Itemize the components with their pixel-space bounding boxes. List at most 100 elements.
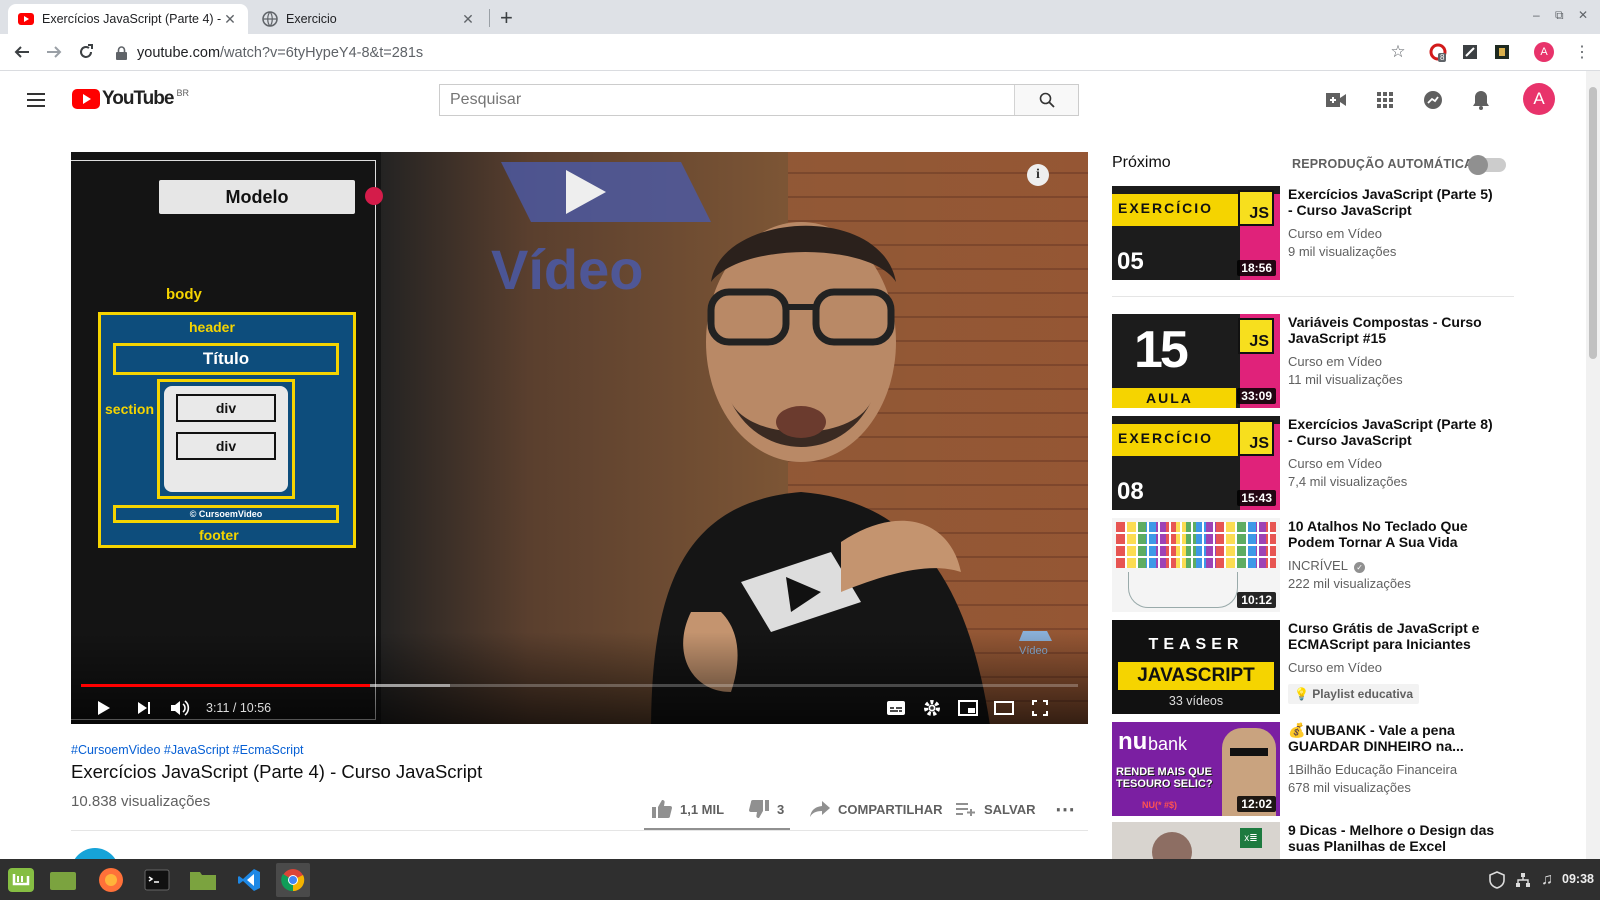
playlist-add-icon: [956, 803, 975, 816]
diagram-body-box: header Título section div div © CursoemV…: [98, 312, 356, 548]
messages-icon[interactable]: [1421, 88, 1445, 112]
extension-screenshot-icon[interactable]: [1460, 42, 1480, 62]
save-button[interactable]: SALVAR: [956, 797, 1036, 821]
video-player[interactable]: Vídeo Modelo body header Título section …: [71, 152, 1088, 724]
thumb-label: TEASER: [1148, 636, 1244, 653]
channel-name[interactable]: Curso em Vídeo: [1288, 354, 1382, 369]
browser-tab-exercicio[interactable]: Exercicio ✕: [252, 4, 486, 34]
video-duration: 12:02: [1237, 796, 1276, 812]
video-thumbnail[interactable]: nu bank RENDE MAIS QUE TESOURO SELIC? NU…: [1112, 722, 1280, 816]
settings-button[interactable]: [919, 695, 945, 721]
miniplayer-button[interactable]: [955, 695, 981, 721]
youtube-logo-text: YouTube: [102, 88, 174, 109]
autoplay-toggle[interactable]: [1468, 155, 1506, 175]
hamburger-menu-icon[interactable]: [24, 88, 48, 112]
youtube-logo[interactable]: YouTube BR: [72, 88, 189, 110]
extension-opera-icon[interactable]: 8: [1428, 42, 1448, 62]
more-actions-icon[interactable]: ⋯: [1055, 797, 1075, 821]
video-title[interactable]: 💰NUBANK - Vale a pena GUARDAR DINHEIRO n…: [1288, 722, 1498, 754]
globe-icon: [262, 11, 278, 27]
page-scrollbar[interactable]: [1586, 71, 1600, 859]
channel-name[interactable]: Curso em Vídeo: [1288, 456, 1382, 471]
view-count: 9 mil visualizações: [1288, 244, 1397, 259]
video-thumbnail[interactable]: x≣: [1112, 822, 1280, 859]
extension-dark-icon[interactable]: [1492, 42, 1512, 62]
thumbs-down-icon: [749, 800, 769, 818]
verified-check-icon: ✓: [1354, 562, 1366, 573]
recommended-video-4[interactable]: 10:12 10 Atalhos No Teclado Que Podem To…: [1112, 518, 1532, 612]
back-arrow-icon[interactable]: [12, 42, 32, 62]
search-button[interactable]: [1014, 85, 1078, 115]
recommended-video-1[interactable]: EXERCÍCIO JS 05 18:56 Exercícios JavaScr…: [1112, 186, 1532, 280]
chrome-taskbar-icon[interactable]: [276, 863, 310, 897]
video-title[interactable]: Variáveis Compostas - Curso JavaScript #…: [1288, 314, 1498, 346]
recommended-video-6[interactable]: nu bank RENDE MAIS QUE TESOURO SELIC? NU…: [1112, 722, 1532, 816]
fullscreen-button[interactable]: [1027, 695, 1053, 721]
video-thumbnail[interactable]: EXERCÍCIO JS 08 15:43: [1112, 416, 1280, 510]
channel-name[interactable]: 1Bilhão Educação Financeira: [1288, 762, 1457, 777]
show-desktop-icon[interactable]: [46, 863, 80, 897]
theater-mode-button[interactable]: [991, 695, 1017, 721]
tab-title: Exercicio: [286, 12, 337, 26]
notifications-bell-icon[interactable]: [1469, 88, 1493, 112]
subtitles-button[interactable]: [883, 695, 909, 721]
video-duration: 15:43: [1237, 490, 1276, 506]
terminal-icon[interactable]: [140, 863, 174, 897]
progress-bar[interactable]: [81, 684, 1078, 687]
share-button[interactable]: COMPARTILHAR: [810, 797, 942, 821]
playlist-thumbnail[interactable]: TEASER JAVASCRIPT 33 vídeos: [1112, 620, 1280, 714]
channel-name[interactable]: INCRÍVEL ✓: [1288, 558, 1366, 573]
info-icon[interactable]: i: [1027, 164, 1049, 186]
thumb-number: 08: [1117, 478, 1144, 505]
video-title[interactable]: 10 Atalhos No Teclado Que Podem Tornar A…: [1288, 518, 1498, 550]
close-tab-icon[interactable]: ✕: [222, 11, 238, 28]
progress-played: [81, 684, 371, 687]
recommended-video-3[interactable]: EXERCÍCIO JS 08 15:43 Exercícios JavaScr…: [1112, 416, 1532, 510]
recommended-video-7[interactable]: x≣ 9 Dicas - Melhore o Design das suas P…: [1112, 822, 1532, 859]
address-bar[interactable]: youtube.com/watch?v=6tyHypeY4-8&t=281s: [116, 40, 1406, 66]
chrome-menu-icon[interactable]: ⋮: [1572, 42, 1592, 62]
restore-icon[interactable]: ⧉: [1555, 8, 1564, 23]
thumb-title: JAVASCRIPT: [1118, 662, 1274, 690]
recommended-playlist-5[interactable]: TEASER JAVASCRIPT 33 vídeos Curso Grátis…: [1112, 620, 1532, 714]
search-input[interactable]: [440, 85, 1014, 115]
diagram-section-box: div div: [157, 379, 295, 499]
playlist-title[interactable]: Curso Grátis de JavaScript e ECMAScript …: [1288, 620, 1498, 652]
close-window-icon[interactable]: ✕: [1578, 8, 1588, 22]
forward-arrow-icon[interactable]: [44, 42, 64, 62]
browser-tab-youtube[interactable]: Exercícios JavaScript (Parte 4) - ✕: [8, 4, 248, 34]
video-title[interactable]: 9 Dicas - Melhore o Design das suas Plan…: [1288, 822, 1498, 854]
new-tab-button[interactable]: +: [500, 5, 513, 31]
account-avatar[interactable]: A: [1523, 83, 1555, 115]
vscode-icon[interactable]: [232, 863, 266, 897]
play-button[interactable]: [91, 695, 117, 721]
scrollbar-thumb[interactable]: [1589, 87, 1597, 359]
thumb-person: [1152, 832, 1192, 859]
system-clock[interactable]: 09:38: [1562, 872, 1594, 886]
video-thumbnail[interactable]: EXERCÍCIO JS 05 18:56: [1112, 186, 1280, 280]
reload-icon[interactable]: [76, 42, 96, 62]
video-duration: 33:09: [1237, 388, 1276, 404]
chrome-profile-avatar[interactable]: A: [1534, 42, 1554, 62]
like-button[interactable]: 1,1 MIL: [652, 797, 724, 821]
recommended-video-2[interactable]: 15 AULA JS 33:09 Variáveis Compostas - C…: [1112, 314, 1532, 408]
video-title[interactable]: Exercícios JavaScript (Parte 5) - Curso …: [1288, 186, 1498, 218]
volume-button[interactable]: [167, 695, 193, 721]
channel-name[interactable]: Curso em Vídeo: [1288, 226, 1382, 241]
video-thumbnail[interactable]: 15 AULA JS 33:09: [1112, 314, 1280, 408]
sound-icon[interactable]: ♫: [1530, 863, 1564, 897]
video-hashtags[interactable]: #CursoemVideo #JavaScript #EcmaScript: [71, 743, 304, 757]
video-title[interactable]: Exercícios JavaScript (Parte 8) - Curso …: [1288, 416, 1498, 448]
dislike-button[interactable]: 3: [749, 797, 784, 821]
video-thumbnail[interactable]: 10:12: [1112, 518, 1280, 612]
mint-menu-icon[interactable]: [4, 863, 38, 897]
apps-grid-icon[interactable]: [1373, 88, 1397, 112]
close-tab-icon[interactable]: ✕: [460, 11, 476, 28]
create-video-icon[interactable]: [1324, 88, 1348, 112]
firefox-icon[interactable]: [94, 863, 128, 897]
minimize-icon[interactable]: ‒: [1533, 8, 1540, 22]
files-folder-icon[interactable]: [186, 863, 220, 897]
next-button[interactable]: [131, 695, 157, 721]
bookmark-star-icon[interactable]: ☆: [1388, 42, 1408, 62]
channel-name[interactable]: Curso em Vídeo: [1288, 660, 1382, 675]
